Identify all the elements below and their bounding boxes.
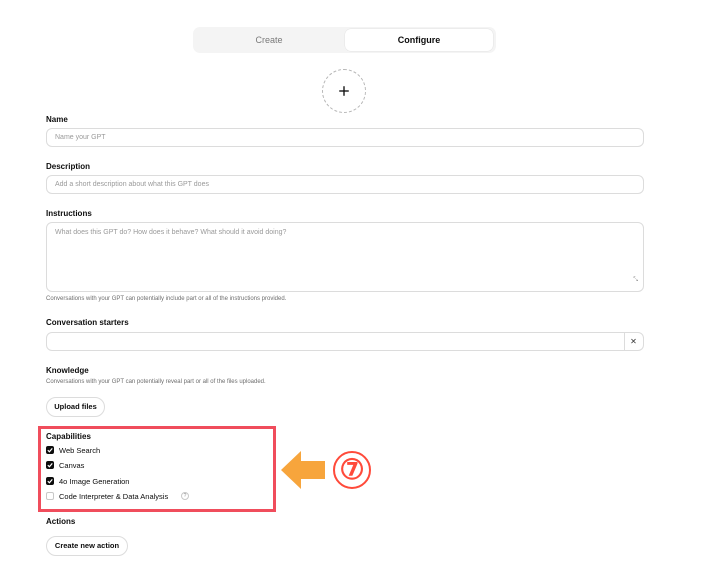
description-label: Description	[46, 162, 91, 171]
clear-starter-button[interactable]: ✕	[624, 332, 644, 351]
tab-create[interactable]: Create	[195, 29, 343, 51]
name-label: Name	[46, 115, 68, 124]
instructions-placeholder: What does this GPT do? How does it behav…	[55, 229, 287, 236]
actions-label: Actions	[46, 517, 76, 526]
plus-icon	[339, 86, 349, 96]
upload-files-button[interactable]: Upload files	[46, 397, 105, 417]
tab-configure[interactable]: Configure	[345, 29, 493, 51]
name-input[interactable]: Name your GPT	[46, 128, 644, 147]
arrow-left-icon	[281, 451, 325, 489]
instructions-hint: Conversations with your GPT can potentia…	[46, 296, 287, 302]
mode-tabs: Create Configure	[193, 27, 496, 53]
capabilities-highlight-box	[38, 426, 276, 512]
instructions-textarea[interactable]: What does this GPT do? How does it behav…	[46, 222, 644, 292]
knowledge-label: Knowledge	[46, 366, 89, 375]
avatar-upload-button[interactable]	[322, 69, 366, 113]
knowledge-hint: Conversations with your GPT can potentia…	[46, 379, 266, 385]
step-number-badge: ⑦	[333, 451, 371, 489]
description-input[interactable]: Add a short description about what this …	[46, 175, 644, 194]
create-new-action-button[interactable]: Create new action	[46, 536, 128, 556]
conversation-starter-input[interactable]	[46, 332, 625, 351]
resize-handle-icon[interactable]: ⤡	[633, 274, 638, 286]
instructions-label: Instructions	[46, 209, 92, 218]
conversation-starters-label: Conversation starters	[46, 318, 129, 327]
